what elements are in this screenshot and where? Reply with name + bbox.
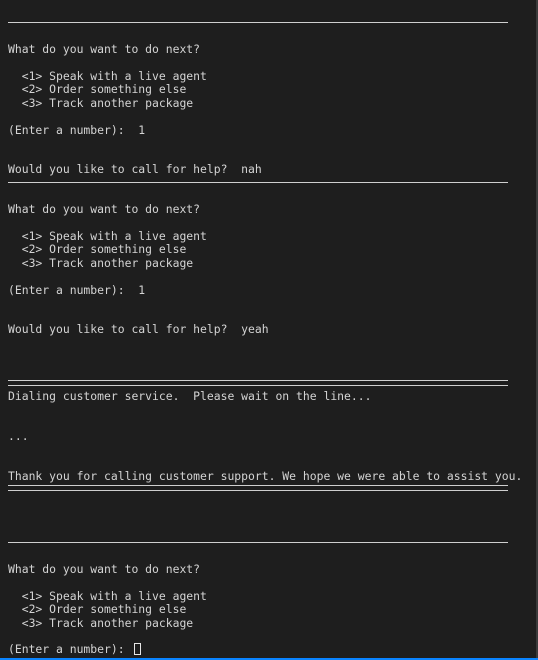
number-entry-line: (Enter a number): 1 — [8, 283, 146, 297]
menu-option-order: <2> Order something else — [8, 82, 187, 96]
double-separator — [8, 380, 508, 386]
menu-option-live-agent: <1> Speak with a live agent — [8, 69, 207, 83]
waiting-ellipsis: ... — [8, 429, 29, 443]
number-entry-line: (Enter a number): 1 — [8, 123, 146, 137]
thank-you-message: Thank you for calling customer support. … — [8, 469, 523, 483]
menu-option-track: <3> Track another package — [8, 256, 194, 270]
number-entry-prompt: (Enter a number): — [8, 642, 139, 656]
dashed-separator — [8, 182, 508, 183]
menu-option-live-agent: <1> Speak with a live agent — [8, 229, 207, 243]
dashed-separator — [8, 22, 508, 23]
menu-prompt: What do you want to do next? — [8, 562, 201, 576]
help-question-line: Would you like to call for help? yeah — [8, 322, 269, 336]
menu-option-live-agent: <1> Speak with a live agent — [8, 589, 207, 603]
menu-option-order: <2> Order something else — [8, 242, 187, 256]
dialing-message: Dialing customer service. Please wait on… — [8, 389, 372, 403]
menu-option-track: <3> Track another package — [8, 96, 194, 110]
terminal-output[interactable]: What do you want to do next? <1> Speak w… — [0, 0, 538, 660]
menu-option-track: <3> Track another package — [8, 616, 194, 630]
menu-prompt: What do you want to do next? — [8, 202, 201, 216]
help-question-line: Would you like to call for help? nah — [8, 162, 262, 176]
double-separator — [8, 485, 508, 491]
text-cursor[interactable] — [134, 643, 141, 655]
dashed-separator — [8, 542, 508, 543]
menu-prompt: What do you want to do next? — [8, 42, 201, 56]
menu-option-order: <2> Order something else — [8, 602, 187, 616]
